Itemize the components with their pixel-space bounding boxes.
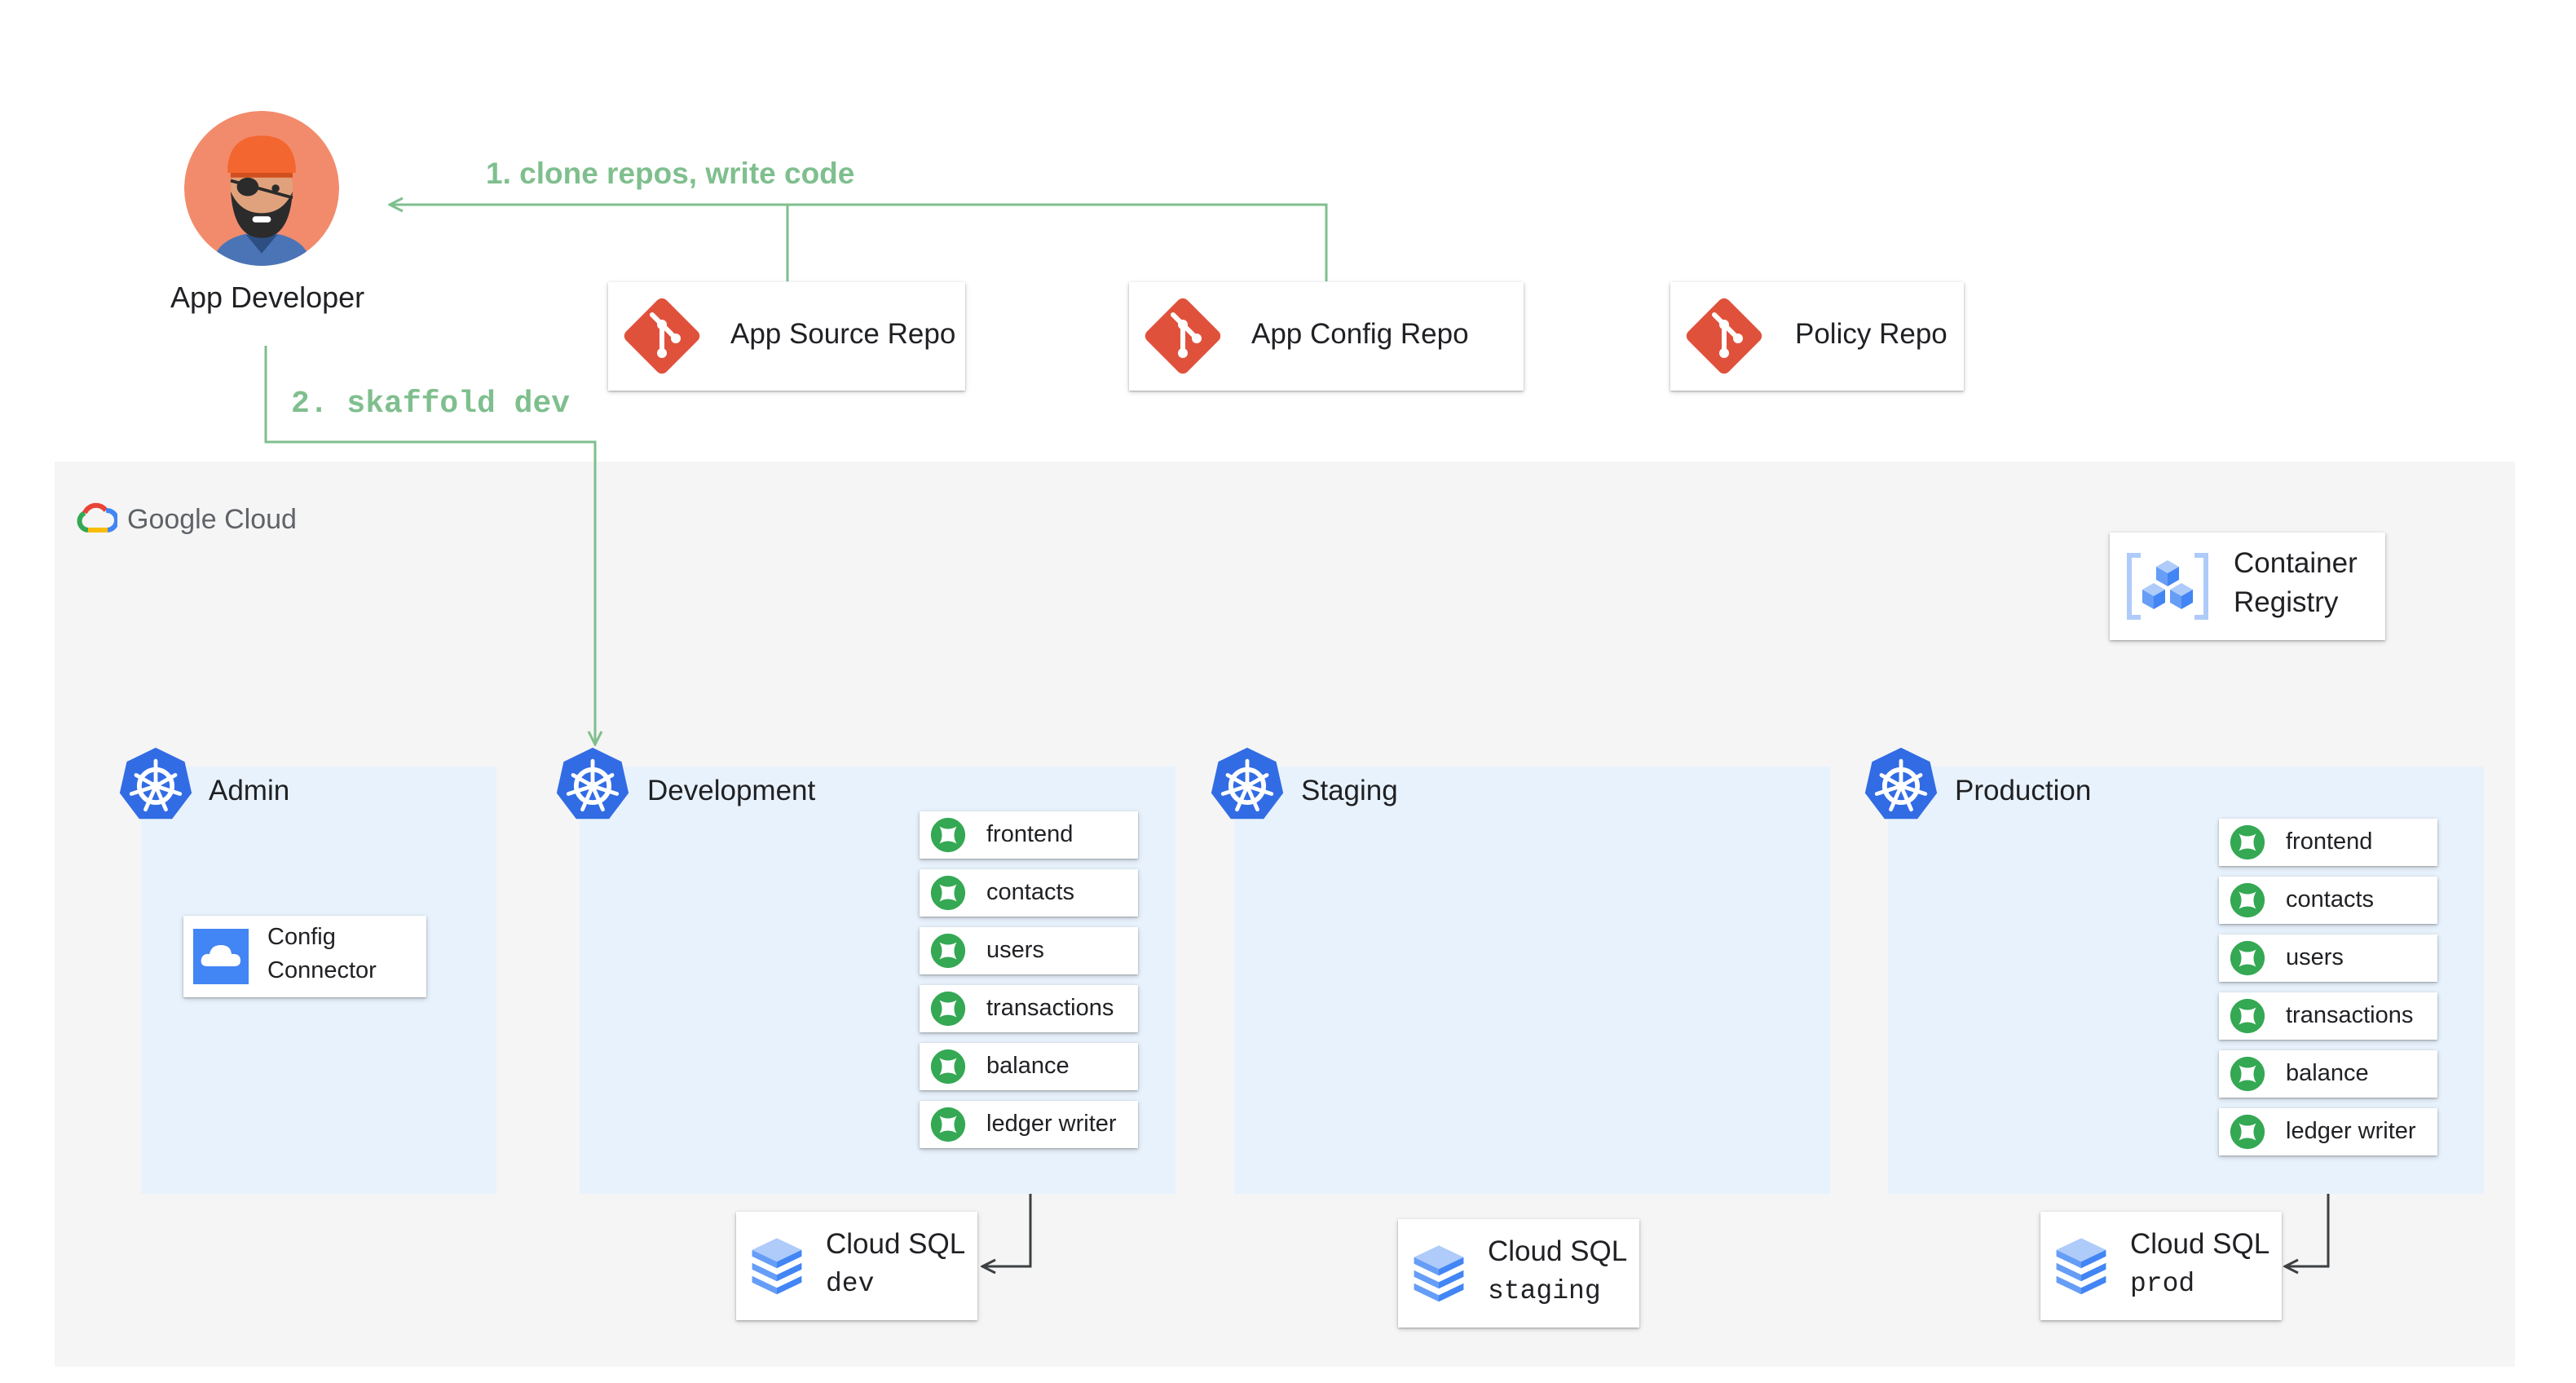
service-label: contacts xyxy=(2286,886,2374,912)
service-icon xyxy=(930,1107,966,1142)
service-label: transactions xyxy=(986,995,1114,1021)
registry-line1: Container xyxy=(2234,547,2358,579)
policy-repo-card[interactable]: Policy Repo xyxy=(1670,282,1964,391)
repo-label: Policy Repo xyxy=(1795,318,1947,350)
service-label: ledger writer xyxy=(986,1111,1117,1137)
service-icon xyxy=(2230,998,2265,1034)
db-line1: Cloud SQL xyxy=(2130,1228,2270,1260)
kubernetes-icon xyxy=(1208,745,1286,824)
db-line1: Cloud SQL xyxy=(826,1228,966,1260)
service-icon xyxy=(930,875,966,911)
cloud-icon xyxy=(193,929,249,984)
cloud-sql-staging-card[interactable]: Cloud SQL staging xyxy=(1398,1219,1639,1328)
service-card-contacts[interactable]: contacts xyxy=(920,869,1138,917)
service-card-contacts[interactable]: contacts xyxy=(2219,877,2437,924)
service-icon xyxy=(930,991,966,1027)
service-icon xyxy=(930,817,966,853)
kubernetes-icon xyxy=(117,745,195,824)
container-registry-card[interactable]: Container Registry xyxy=(2110,532,2385,640)
service-icon xyxy=(2230,882,2265,918)
service-icon xyxy=(2230,1056,2265,1092)
connector-line2: Connector xyxy=(267,957,377,983)
git-icon xyxy=(621,295,703,377)
service-label: frontend xyxy=(986,821,1074,847)
service-label: users xyxy=(986,937,1044,963)
app-config-repo-card[interactable]: App Config Repo xyxy=(1129,282,1524,391)
service-label: balance xyxy=(2286,1060,2369,1086)
cloud-sql-icon xyxy=(744,1225,809,1306)
kubernetes-icon xyxy=(1862,745,1940,824)
clone-arrow xyxy=(390,205,1328,281)
service-icon xyxy=(930,1049,966,1085)
clone-flow-label: 1. clone repos, write code xyxy=(486,157,855,190)
developer-label: App Developer xyxy=(170,281,365,314)
service-label: frontend xyxy=(2286,828,2373,855)
service-card-balance[interactable]: balance xyxy=(920,1043,1138,1090)
repo-label: App Source Repo xyxy=(730,318,956,350)
developer-avatar xyxy=(184,111,339,266)
service-icon xyxy=(2230,1114,2265,1150)
service-card-transactions[interactable]: transactions xyxy=(920,985,1138,1032)
db-line2: staging xyxy=(1488,1276,1601,1306)
registry-line2: Registry xyxy=(2234,586,2339,618)
db-line1: Cloud SQL xyxy=(1488,1235,1628,1267)
cloud-sql-prod-card[interactable]: Cloud SQL prod xyxy=(2040,1212,2282,1320)
service-label: balance xyxy=(986,1053,1070,1079)
service-card-frontend[interactable]: frontend xyxy=(920,811,1138,859)
db-line2: dev xyxy=(826,1269,875,1299)
service-label: contacts xyxy=(986,879,1074,905)
service-label: users xyxy=(2286,944,2344,970)
cloud-sql-dev-card[interactable]: Cloud SQL dev xyxy=(736,1212,977,1320)
admin-cluster-label: Admin xyxy=(209,775,290,806)
service-card-balance[interactable]: balance xyxy=(2219,1050,2437,1098)
cloud-sql-icon xyxy=(2049,1225,2114,1306)
staging-cluster-label: Staging xyxy=(1301,775,1398,806)
service-card-users[interactable]: users xyxy=(920,927,1138,974)
service-label: ledger writer xyxy=(2286,1118,2416,1144)
repo-label: App Config Repo xyxy=(1251,318,1469,350)
kubernetes-icon xyxy=(554,745,632,824)
service-icon xyxy=(2230,824,2265,860)
service-card-transactions[interactable]: transactions xyxy=(2219,992,2437,1040)
service-card-ledger-writer[interactable]: ledger writer xyxy=(920,1101,1138,1148)
service-label: transactions xyxy=(2286,1002,2414,1028)
service-card-frontend[interactable]: frontend xyxy=(2219,819,2437,866)
config-connector-card[interactable]: Config Connector xyxy=(183,916,426,997)
service-icon xyxy=(930,933,966,969)
connector-line1: Config xyxy=(267,924,336,950)
development-cluster-label: Development xyxy=(647,775,816,806)
service-icon xyxy=(2230,940,2265,976)
cloud-sql-icon xyxy=(1406,1232,1471,1314)
service-card-users[interactable]: users xyxy=(2219,935,2437,982)
db-line2: prod xyxy=(2130,1269,2195,1299)
container-registry-icon xyxy=(2127,553,2208,620)
git-icon xyxy=(1683,295,1765,377)
app-source-repo-card[interactable]: App Source Repo xyxy=(608,282,965,391)
staging-cluster xyxy=(1234,767,1830,1194)
git-icon xyxy=(1142,295,1224,377)
production-cluster-label: Production xyxy=(1955,775,2092,806)
service-card-ledger-writer[interactable]: ledger writer xyxy=(2219,1108,2437,1155)
skaffold-flow-label: 2. skaffold dev xyxy=(291,387,571,422)
